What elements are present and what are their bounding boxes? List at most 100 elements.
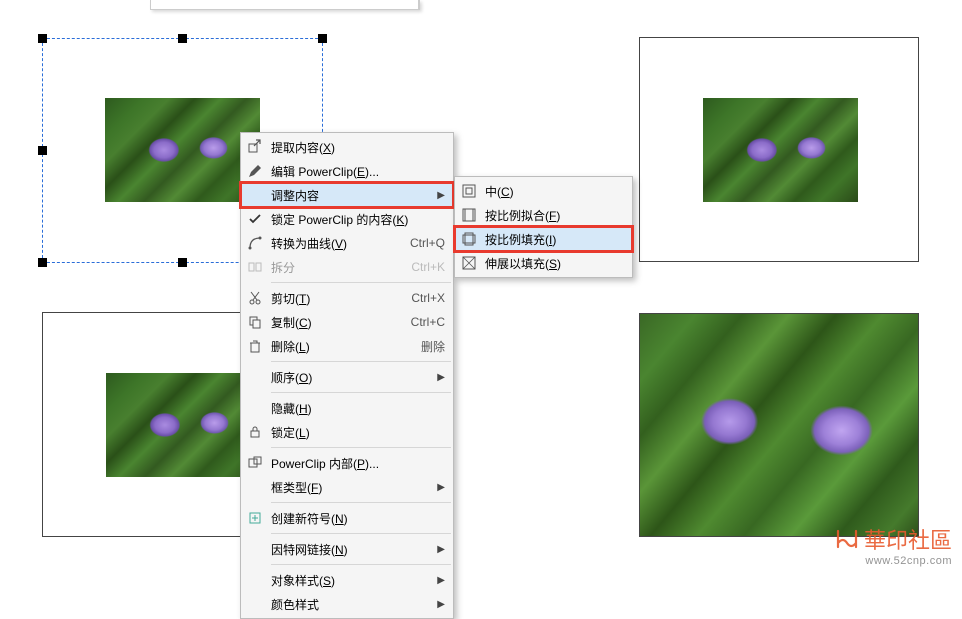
stretch-icon [459, 253, 479, 273]
checkmark-icon [245, 209, 265, 229]
menu-label: 顺序(O) [271, 369, 417, 386]
menu-separator [271, 361, 451, 362]
menu-separator [271, 392, 451, 393]
menu-shortcut: Ctrl+K [411, 260, 445, 274]
partial-panel [150, 0, 420, 10]
split-icon [245, 257, 265, 277]
lock-icon [245, 422, 265, 442]
menu-label: 伸展以填充(S) [485, 255, 624, 272]
blank-icon [245, 185, 265, 205]
cut-icon [245, 288, 265, 308]
blank-icon [245, 398, 265, 418]
powerclip-frame-4[interactable] [639, 313, 919, 537]
menu-shortcut: Ctrl+X [411, 291, 445, 305]
menu-separator [271, 564, 451, 565]
menu-item-lock[interactable]: 锁定(L) [241, 420, 453, 444]
menu-separator [271, 502, 451, 503]
menu-label: 编辑 PowerClip(E)... [271, 163, 445, 180]
symbol-icon [245, 508, 265, 528]
menu-label: 删除(L) [271, 338, 397, 355]
menu-separator [271, 282, 451, 283]
menu-item-color-style[interactable]: 颜色样式 ▶ [241, 592, 453, 616]
menu-item-adjust-content[interactable]: 调整内容 ▶ [241, 183, 453, 207]
selection-handle[interactable] [178, 258, 187, 267]
powerclip-frame-2[interactable] [639, 37, 919, 262]
menu-item-create-symbol[interactable]: 创建新符号(N) [241, 506, 453, 530]
submenu-arrow-icon: ▶ [437, 190, 445, 201]
selection-handle[interactable] [178, 34, 187, 43]
menu-item-lock-powerclip[interactable]: 锁定 PowerClip 的内容(K) [241, 207, 453, 231]
submenu-item-fit-proportional[interactable]: 按比例拟合(F) [455, 203, 632, 227]
image-content [106, 373, 261, 477]
image-content-filled [640, 314, 919, 537]
selection-handle[interactable] [38, 34, 47, 43]
submenu-item-fill-proportional[interactable]: 按比例填充(I) [455, 227, 632, 251]
submenu-item-center[interactable]: 中(C) [455, 179, 632, 203]
menu-label: 转换为曲线(V) [271, 235, 386, 252]
watermark-url: www.52cnp.com [834, 555, 952, 567]
submenu-item-stretch[interactable]: 伸展以填充(S) [455, 251, 632, 275]
menu-item-cut[interactable]: 剪切(T) Ctrl+X [241, 286, 453, 310]
menu-label: 提取内容(X) [271, 139, 445, 156]
image-content [703, 98, 858, 202]
submenu-arrow-icon: ▶ [437, 599, 445, 610]
watermark: 華印社區 www.52cnp.com [834, 523, 952, 567]
menu-separator [271, 533, 451, 534]
menu-label: 对象样式(S) [271, 572, 417, 589]
menu-label: 锁定 PowerClip 的内容(K) [271, 211, 445, 228]
menu-label: 复制(C) [271, 314, 387, 331]
delete-icon [245, 336, 265, 356]
pencil-icon [245, 161, 265, 181]
menu-label: 拆分 [271, 259, 387, 276]
blank-icon [245, 539, 265, 559]
menu-item-internet-link[interactable]: 因特网链接(N) ▶ [241, 537, 453, 561]
menu-item-frame-type[interactable]: 框类型(F) ▶ [241, 475, 453, 499]
menu-item-convert-curve[interactable]: 转换为曲线(V) Ctrl+Q [241, 231, 453, 255]
submenu-adjust-content: 中(C) 按比例拟合(F) 按比例填充(I) 伸展以填充(S) [454, 176, 633, 278]
fill-icon [459, 229, 479, 249]
selection-handle[interactable] [318, 34, 327, 43]
blank-icon [245, 570, 265, 590]
extract-icon [245, 137, 265, 157]
blank-icon [245, 367, 265, 387]
submenu-arrow-icon: ▶ [437, 482, 445, 493]
menu-item-hide[interactable]: 隐藏(H) [241, 396, 453, 420]
menu-item-object-style[interactable]: 对象样式(S) ▶ [241, 568, 453, 592]
submenu-arrow-icon: ▶ [437, 372, 445, 383]
menu-label: 创建新符号(N) [271, 510, 445, 527]
convert-curve-icon [245, 233, 265, 253]
fit-icon [459, 205, 479, 225]
menu-item-edit-powerclip[interactable]: 编辑 PowerClip(E)... [241, 159, 453, 183]
menu-shortcut: 删除 [421, 338, 445, 355]
menu-label: 锁定(L) [271, 424, 445, 441]
menu-shortcut: Ctrl+Q [410, 236, 445, 250]
menu-item-delete[interactable]: 删除(L) 删除 [241, 334, 453, 358]
submenu-arrow-icon: ▶ [437, 575, 445, 586]
menu-item-copy[interactable]: 复制(C) Ctrl+C [241, 310, 453, 334]
blank-icon [245, 477, 265, 497]
copy-icon [245, 312, 265, 332]
menu-label: 框类型(F) [271, 479, 417, 496]
submenu-arrow-icon: ▶ [437, 544, 445, 555]
center-icon [459, 181, 479, 201]
image-content [105, 98, 260, 202]
menu-label: 按比例拟合(F) [485, 207, 624, 224]
menu-label: 按比例填充(I) [485, 231, 624, 248]
menu-shortcut: Ctrl+C [411, 315, 445, 329]
menu-item-split: 拆分 Ctrl+K [241, 255, 453, 279]
menu-label: 因特网链接(N) [271, 541, 417, 558]
powerclip-icon [245, 453, 265, 473]
menu-item-powerclip-inside[interactable]: PowerClip 内部(P)... [241, 451, 453, 475]
menu-label: 颜色样式 [271, 596, 417, 613]
menu-item-order[interactable]: 顺序(O) ▶ [241, 365, 453, 389]
menu-label: 剪切(T) [271, 290, 387, 307]
selection-handle[interactable] [38, 258, 47, 267]
menu-label: 中(C) [485, 183, 624, 200]
blank-icon [245, 594, 265, 614]
watermark-logo-icon [834, 527, 860, 551]
menu-label: PowerClip 内部(P)... [271, 455, 445, 472]
menu-separator [271, 447, 451, 448]
watermark-brand: 華印社區 [864, 523, 952, 555]
selection-handle[interactable] [38, 146, 47, 155]
menu-item-extract[interactable]: 提取内容(X) [241, 135, 453, 159]
